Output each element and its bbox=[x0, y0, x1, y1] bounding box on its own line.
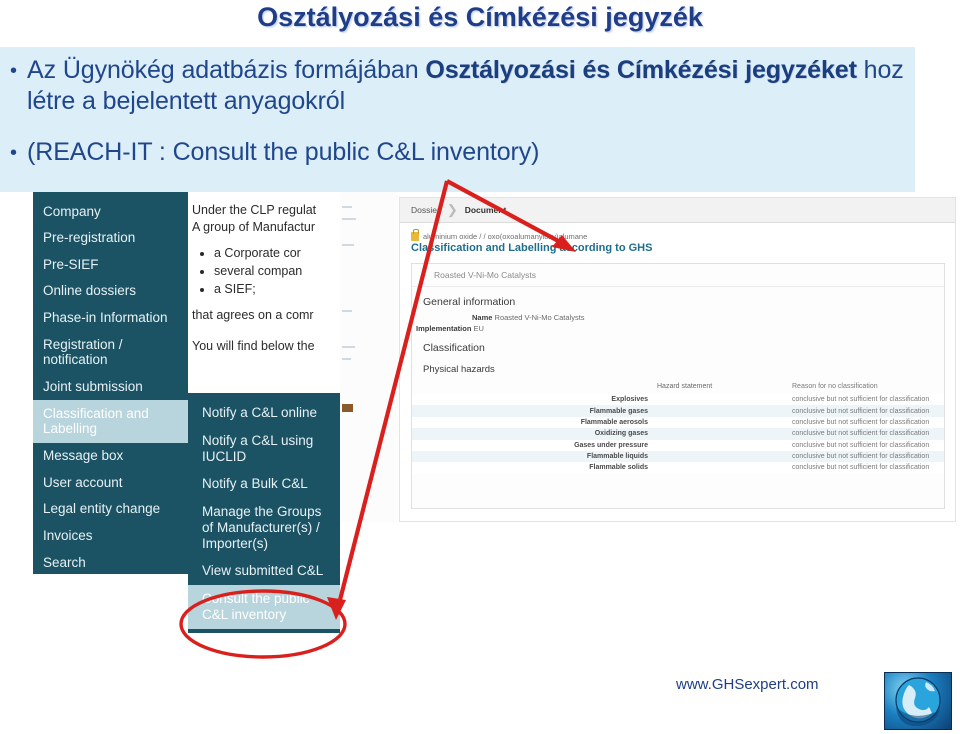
sidebar-item-phase-in-information[interactable]: Phase-in Information bbox=[33, 305, 188, 332]
chevron-right-icon: ❯ bbox=[446, 202, 458, 217]
cell-hazard: Flammable gases bbox=[589, 407, 648, 415]
sidebar-item-legal-entity-change[interactable]: Legal entity change bbox=[33, 496, 188, 523]
cell-statement bbox=[657, 428, 792, 439]
submenu-item-notify-cl-iuclid[interactable]: Notify a C&L using IUCLID bbox=[188, 427, 340, 471]
cell-statement bbox=[657, 405, 792, 416]
bullet-item-1: • Az Ügynökég adatbázis formájában Osztá… bbox=[10, 55, 910, 116]
cell-hazard: Explosives bbox=[611, 396, 648, 404]
sidebar-item-joint-submission[interactable]: Joint submission bbox=[33, 374, 188, 401]
physical-hazards-table: Hazard statement Reason for no classific… bbox=[412, 380, 944, 474]
content-intro-line-1: Under the CLP regulat bbox=[192, 203, 317, 217]
table-row: Flammable solids conclusive but not suff… bbox=[412, 462, 944, 474]
cell-statement bbox=[657, 394, 792, 405]
bullet-marker-icon: • bbox=[10, 142, 18, 164]
submenu-item-consult-public-cl-inventory[interactable]: Consult the public C&L inventory bbox=[188, 585, 340, 629]
section-physical-hazards: Physical hazards bbox=[423, 364, 495, 375]
submenu-item-manage-groups[interactable]: Manage the Groups of Manufacturer(s) / I… bbox=[188, 498, 340, 557]
sidebar-item-user-account[interactable]: User account bbox=[33, 469, 188, 496]
reachit-document-panel: Dossier ❯ Document aluminium oxide / / o… bbox=[399, 197, 956, 522]
list-item: a SIEF; bbox=[214, 281, 340, 298]
cell-reason: conclusive but not sufficient for classi… bbox=[792, 396, 930, 404]
breadcrumb-item-dossier[interactable]: Dossier bbox=[411, 205, 440, 215]
column-header-reason: Reason for no classification bbox=[792, 383, 878, 390]
content-intro-line-2: A group of Manufactur bbox=[192, 219, 315, 234]
cell-hazard: Flammable aerosols bbox=[580, 418, 648, 426]
sidebar-item-company[interactable]: Company bbox=[33, 198, 188, 225]
cell-statement bbox=[657, 417, 792, 428]
table-row: Explosives conclusive but not sufficient… bbox=[412, 394, 944, 406]
table-row: Gases under pressure conclusive but not … bbox=[412, 439, 944, 451]
sidebar-item-registration-notification[interactable]: Registration / notification bbox=[33, 331, 188, 373]
field-name-value: Roasted V-Ni-Mo Catalysts bbox=[494, 313, 585, 322]
sidebar-item-classification-and-labelling[interactable]: Classification and Labelling bbox=[33, 400, 188, 443]
field-name-label: Name bbox=[472, 313, 493, 322]
table-row: Flammable gases conclusive but not suffi… bbox=[412, 405, 944, 417]
classification-submenu: Notify a C&L online Notify a C&L using I… bbox=[188, 393, 340, 633]
column-header-hazard bbox=[412, 380, 657, 394]
cell-reason: conclusive but not sufficient for classi… bbox=[792, 418, 930, 426]
cell-reason: conclusive but not sufficient for classi… bbox=[792, 464, 930, 472]
cell-reason: conclusive but not sufficient for classi… bbox=[792, 441, 930, 449]
cell-statement bbox=[657, 462, 792, 473]
bullet-item-2: • (REACH-IT : Consult the public C&L inv… bbox=[10, 137, 910, 168]
section-classification: Classification bbox=[423, 342, 485, 354]
cell-hazard: Flammable solids bbox=[589, 464, 648, 472]
cell-hazard: Oxidizing gases bbox=[594, 430, 648, 438]
footer-url[interactable]: www.GHSexpert.com bbox=[676, 676, 819, 693]
content-tail-line-2: You will find below the bbox=[192, 339, 315, 354]
submenu-item-notify-bulk-cl[interactable]: Notify a Bulk C&L bbox=[188, 470, 340, 498]
reachit-sidebar: Company Pre-registration Pre-SIEF Online… bbox=[33, 192, 188, 574]
sidebar-item-pre-registration[interactable]: Pre-registration bbox=[33, 225, 188, 252]
cell-statement bbox=[657, 440, 792, 451]
sidebar-item-pre-sief[interactable]: Pre-SIEF bbox=[33, 251, 188, 278]
table-header-row: Hazard statement Reason for no classific… bbox=[412, 380, 944, 394]
field-implementation-value: EU bbox=[473, 324, 484, 333]
bullet-marker-icon: • bbox=[10, 60, 18, 82]
page-title: Osztályozási és Címkézési jegyzék bbox=[257, 2, 703, 32]
list-item: several compan bbox=[214, 263, 340, 280]
content-list: a Corporate cor several compan a SIEF; bbox=[192, 245, 340, 298]
field-implementation: Implementation EU bbox=[412, 322, 944, 333]
field-name: Name Roasted V-Ni-Mo Catalysts bbox=[412, 311, 944, 322]
sidebar-item-invoices[interactable]: Invoices bbox=[33, 523, 188, 550]
section-general-information: General information bbox=[423, 296, 516, 308]
substance-name: aluminium oxide / / oxo(oxoalumanyloxy)a… bbox=[423, 232, 588, 241]
bullet-text-2: (REACH-IT : Consult the public C&L inven… bbox=[27, 138, 540, 166]
list-item: a Corporate cor bbox=[214, 245, 340, 262]
panel-heading: Classification and Labelling according t… bbox=[411, 242, 653, 254]
table-row: Flammable aerosols conclusive but not su… bbox=[412, 416, 944, 429]
submenu-item-notify-cl-online[interactable]: Notify a C&L online bbox=[188, 399, 340, 427]
bullet-panel: • Az Ügynökég adatbázis formájában Osztá… bbox=[0, 47, 915, 192]
cell-reason: conclusive but not sufficient for classi… bbox=[792, 407, 930, 415]
content-tail-line-1: that agrees on a comr bbox=[192, 308, 314, 323]
embedded-screenshot: Company Pre-registration Pre-SIEF Online… bbox=[0, 192, 960, 662]
breadcrumb: Dossier ❯ Document bbox=[400, 198, 955, 223]
sidebar-item-search[interactable]: Search bbox=[33, 549, 188, 576]
cell-statement bbox=[657, 451, 792, 462]
field-implementation-label: Implementation bbox=[416, 324, 472, 333]
sidebar-item-message-box[interactable]: Message box bbox=[33, 443, 188, 470]
globe-logo bbox=[884, 672, 952, 730]
cell-reason: conclusive but not sufficient for classi… bbox=[792, 453, 930, 461]
content-column: Under the CLP regulat A group of Manufac… bbox=[188, 192, 340, 397]
cell-hazard: Gases under pressure bbox=[574, 441, 648, 449]
document-title: Roasted V-Ni-Mo Catalysts bbox=[412, 264, 944, 287]
cell-reason: conclusive but not sufficient for classi… bbox=[792, 430, 930, 438]
submenu-item-view-submitted-cl[interactable]: View submitted C&L bbox=[188, 557, 340, 585]
cell-hazard: Flammable liquids bbox=[586, 453, 648, 461]
table-row: Oxidizing gases conclusive but not suffi… bbox=[412, 428, 944, 440]
content-column-sliver bbox=[340, 192, 398, 522]
table-row: Flammable liquids conclusive but not suf… bbox=[412, 450, 944, 463]
breadcrumb-item-document[interactable]: Document bbox=[465, 205, 507, 215]
sidebar-item-online-dossiers[interactable]: Online dossiers bbox=[33, 278, 188, 305]
substance-identity-line: aluminium oxide / / oxo(oxoalumanyloxy)a… bbox=[400, 223, 955, 241]
bullet-text-1: Az Ügynökég adatbázis formájában Osztály… bbox=[27, 56, 904, 115]
column-header-statement: Hazard statement bbox=[657, 383, 713, 390]
document-box: Roasted V-Ni-Mo Catalysts General inform… bbox=[411, 263, 945, 509]
lock-icon bbox=[411, 229, 419, 241]
